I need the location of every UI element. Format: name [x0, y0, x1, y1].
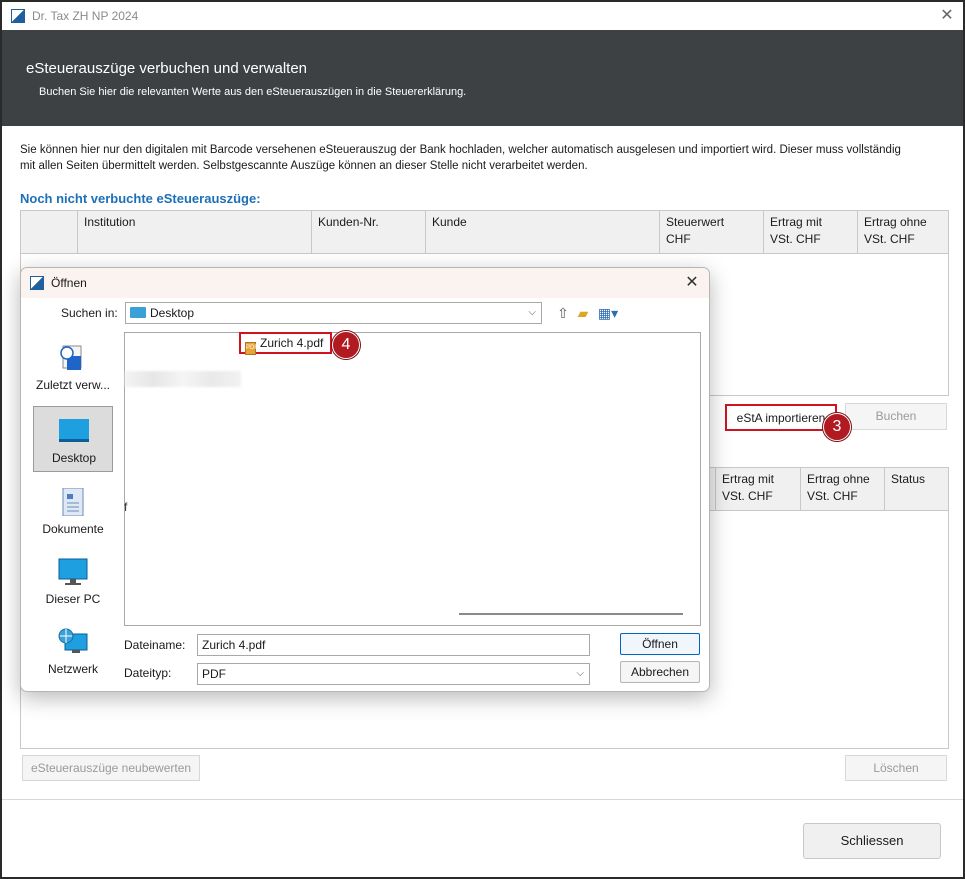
column-header-income-with-wt[interactable]: Ertrag mit VSt. CHF — [763, 211, 857, 253]
column-header-customer-no[interactable]: Kunden-Nr. — [311, 211, 425, 253]
step-marker-4: 4 — [332, 331, 360, 359]
filename-label: Dateiname: — [124, 638, 186, 652]
column-header-income-without-wt[interactable]: Ertrag ohne VSt. CHF — [800, 468, 884, 510]
column-header-income-with-line2: VSt. CHF — [770, 232, 821, 246]
place-network[interactable]: Netzwerk — [33, 618, 113, 684]
page-title: eSteuerauszüge verbuchen und verwalten — [26, 60, 308, 77]
column-header-income-without-line1: Ertrag ohne — [864, 215, 927, 229]
filename-field[interactable]: Zurich 4.pdf — [197, 634, 590, 656]
place-label-documents: Dokumente — [42, 522, 104, 536]
dialog-titlebar: Öffnen ✕ — [21, 268, 709, 298]
close-button[interactable]: Schliessen — [803, 823, 941, 859]
stray-text: f — [124, 500, 128, 514]
folder-icon — [130, 307, 146, 318]
chevron-down-icon: ⌵ — [528, 307, 536, 318]
delete-button[interactable]: Löschen — [845, 755, 947, 781]
chevron-down-icon: ⌵ — [576, 668, 584, 679]
filetype-label: Dateityp: — [124, 666, 172, 680]
look-in-label: Suchen in: — [61, 306, 118, 320]
column-header-tax-value-line1: Steuerwert — [666, 215, 725, 229]
book-button[interactable]: Buchen — [845, 403, 947, 430]
header-banner: eSteuerauszüge verbuchen und verwalten B… — [2, 30, 963, 126]
look-in-value: Desktop — [150, 306, 195, 320]
column-header-status[interactable]: Status — [884, 468, 948, 510]
open-file-dialog: Öffnen ✕ Suchen in: Desktop ⌵ ⇧ ▰ ▦▾ Zul… — [20, 267, 710, 692]
intro-line-1: Sie können hier nur den digitalen mit Ba… — [20, 144, 901, 156]
column-header-income-without-line2: VSt. CHF — [807, 489, 858, 503]
pdf-icon: PDF — [245, 342, 258, 355]
place-recent[interactable]: Zuletzt verw... — [33, 334, 113, 400]
close-icon[interactable]: ✕ — [937, 6, 957, 26]
dialog-title: Öffnen — [51, 276, 87, 290]
column-header-select — [21, 211, 77, 253]
place-this-pc[interactable]: Dieser PC — [33, 548, 113, 614]
new-folder-icon[interactable]: ▰ — [574, 304, 592, 322]
place-label-network: Netzwerk — [47, 662, 98, 676]
places-bar: Zuletzt verw... Desktop Dokumente Dieser… — [31, 334, 115, 684]
column-header-income-with-wt[interactable]: Ertrag mit VSt. CHF — [715, 468, 800, 510]
column-header-customer[interactable]: Kunde — [425, 211, 659, 253]
intro-line-2: mit allen Seiten übermittelt werden. Sel… — [20, 160, 588, 172]
pending-section-title: Noch nicht verbuchte eSteuerauszüge: — [20, 191, 261, 206]
documents-icon — [62, 488, 84, 516]
network-icon — [58, 628, 88, 653]
column-header-income-without-line2: VSt. CHF — [864, 232, 915, 246]
import-esta-button[interactable]: eStA importieren — [725, 404, 837, 431]
horizontal-scrollbar[interactable] — [459, 613, 683, 615]
table-header: Institution Kunden-Nr. Kunde Steuerwert … — [21, 211, 948, 254]
column-header-income-without-line1: Ertrag ohne — [807, 472, 870, 486]
column-header-tax-value-line2: CHF — [666, 232, 691, 246]
app-logo-icon — [30, 276, 44, 290]
up-folder-icon[interactable]: ⇧ — [554, 304, 572, 322]
place-label-this-pc: Dieser PC — [45, 592, 101, 606]
file-name: Zurich 4.pdf — [260, 336, 324, 350]
filetype-dropdown[interactable]: PDF ⌵ — [197, 663, 590, 685]
place-label-desktop: Desktop — [51, 451, 97, 465]
computer-icon — [58, 558, 88, 585]
view-menu-icon[interactable]: ▦▾ — [595, 304, 621, 322]
app-logo-icon — [11, 9, 25, 23]
column-header-institution[interactable]: Institution — [77, 211, 311, 253]
file-item-zurich-4[interactable]: PDF Zurich 4.pdf — [239, 332, 332, 355]
file-list[interactable]: PDF Zurich 4.pdf — [124, 332, 701, 626]
footer-divider — [2, 799, 963, 800]
filetype-value: PDF — [202, 667, 226, 681]
close-icon[interactable]: ✕ — [681, 272, 703, 294]
recent-icon — [60, 345, 82, 370]
column-header-income-without-wt[interactable]: Ertrag ohne VSt. CHF — [857, 211, 948, 253]
intro-text: Sie können hier nur den digitalen mit Ba… — [20, 142, 935, 174]
place-label-recent: Zuletzt verw... — [35, 378, 111, 392]
open-button[interactable]: Öffnen — [620, 633, 700, 655]
look-in-dropdown[interactable]: Desktop ⌵ — [125, 302, 542, 324]
cancel-button[interactable]: Abbrechen — [620, 661, 700, 683]
place-desktop[interactable]: Desktop — [33, 406, 113, 472]
window-title: Dr. Tax ZH NP 2024 — [32, 9, 139, 23]
window-titlebar: Dr. Tax ZH NP 2024 ✕ — [2, 2, 963, 30]
revaluate-button[interactable]: eSteuerauszüge neubewerten — [22, 755, 200, 781]
column-header-income-with-line1: Ertrag mit — [722, 472, 775, 486]
desktop-icon — [59, 419, 89, 442]
column-header-tax-value[interactable]: Steuerwert CHF — [659, 211, 763, 253]
blurred-file-item[interactable] — [125, 371, 241, 387]
place-documents[interactable]: Dokumente — [33, 478, 113, 544]
column-header-income-with-line1: Ertrag mit — [770, 215, 823, 229]
page-subtitle: Buchen Sie hier die relevanten Werte aus… — [39, 86, 467, 98]
column-header-income-with-line2: VSt. CHF — [722, 489, 773, 503]
step-marker-3: 3 — [823, 413, 851, 441]
